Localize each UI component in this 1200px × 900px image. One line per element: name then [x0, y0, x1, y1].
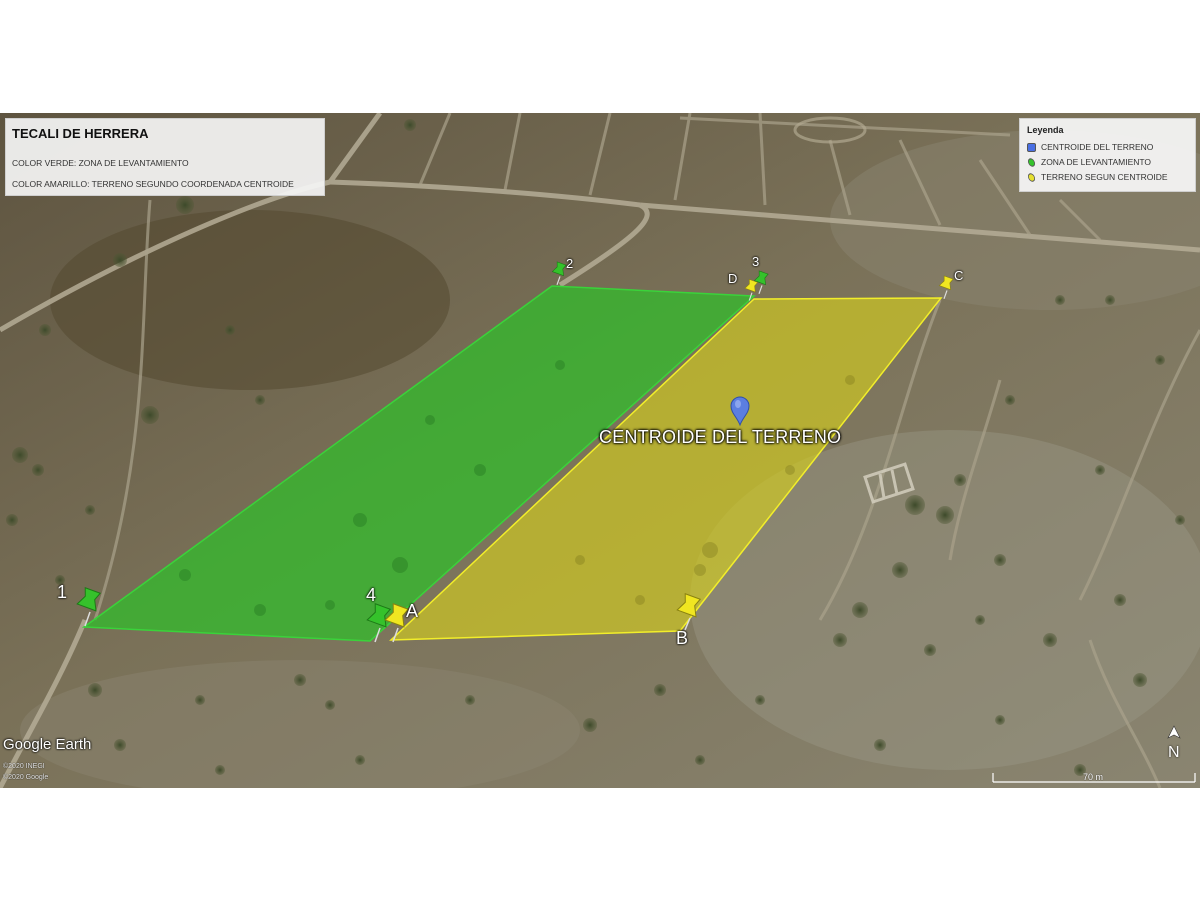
legend-label: TERRENO SEGUN CENTROIDE [1041, 172, 1168, 182]
pin-label-2[interactable]: 2 [566, 256, 573, 271]
title-panel: TECALI DE HERRERA COLOR VERDE: ZONA DE L… [5, 118, 325, 196]
legend-label: CENTROIDE DEL TERRENO [1041, 142, 1154, 152]
legend-label: ZONA DE LEVANTAMIENTO [1041, 157, 1152, 167]
pin-label-3[interactable]: 3 [752, 254, 759, 269]
pin-label-a[interactable]: A [406, 601, 418, 622]
legend-panel: Leyenda CENTROIDE DEL TERRENO ZONA DE LE… [1019, 118, 1196, 192]
yellow-zone-swatch-icon [1026, 171, 1037, 183]
legend-item-centroid: CENTROIDE DEL TERRENO [1027, 141, 1153, 153]
google-earth-logo: Google Earth [3, 736, 92, 753]
scale-label: 70 m [1083, 772, 1104, 782]
info-yellow-note: COLOR AMARILLO: TERRENO SEGUNDO COORDENA… [12, 179, 294, 189]
satellite-map[interactable] [0, 113, 1200, 788]
pin-label-1[interactable]: 1 [57, 582, 67, 603]
terrain-imagery [0, 113, 1200, 788]
imagery-credit: ©2020 INEGI [3, 763, 45, 770]
info-green-note: COLOR VERDE: ZONA DE LEVANTAMIENTO [12, 158, 189, 168]
legend-item-green-zone: ZONA DE LEVANTAMIENTO [1026, 156, 1152, 168]
pin-label-b[interactable]: B [676, 628, 688, 649]
legend-item-yellow-zone: TERRENO SEGUN CENTROIDE [1026, 171, 1168, 183]
pin-label-4[interactable]: 4 [366, 585, 376, 606]
legend-title: Leyenda [1027, 125, 1064, 135]
pin-label-d[interactable]: D [728, 271, 737, 286]
map-title: TECALI DE HERRERA [12, 126, 149, 141]
north-label[interactable]: N [1168, 744, 1180, 762]
green-zone-swatch-icon [1026, 156, 1037, 168]
centroid-label[interactable]: CENTROIDE DEL TERRENO [599, 427, 841, 448]
pin-label-c[interactable]: C [954, 268, 963, 283]
centroid-swatch-icon [1027, 142, 1036, 152]
imagery-credit: ©2020 Google [3, 774, 49, 781]
